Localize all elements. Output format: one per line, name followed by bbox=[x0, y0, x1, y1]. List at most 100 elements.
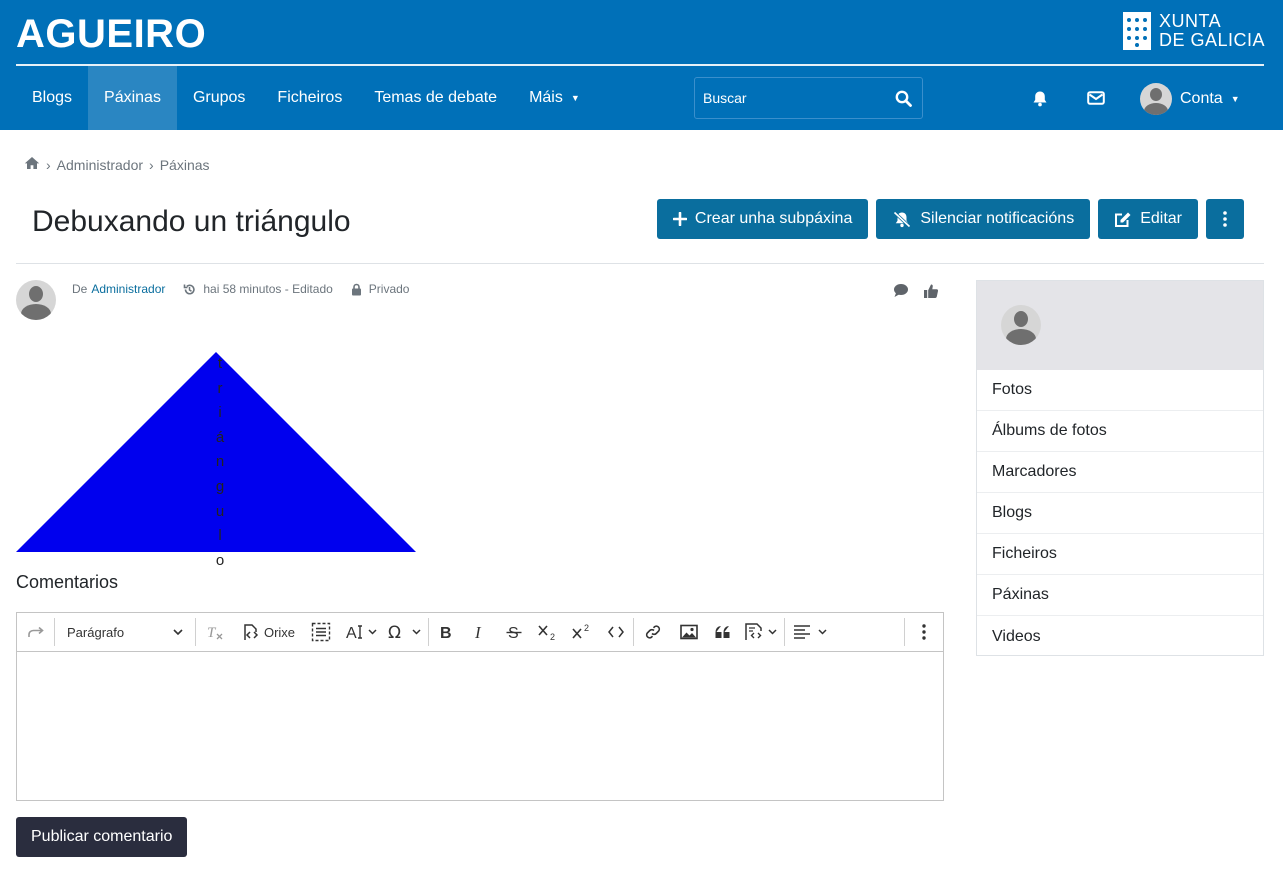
redo-button[interactable] bbox=[17, 613, 54, 652]
search-button[interactable] bbox=[884, 78, 922, 118]
align-left-icon bbox=[794, 625, 827, 639]
remove-format-button[interactable]: T bbox=[196, 613, 234, 652]
sidebar-menu: Fotos Álbums de fotos Marcadores Blogs F… bbox=[977, 370, 1263, 657]
font-size-button[interactable]: A bbox=[340, 613, 384, 652]
italic-button[interactable]: I bbox=[463, 613, 497, 652]
blockquote-button[interactable] bbox=[706, 613, 740, 652]
source-label: Orixe bbox=[263, 624, 296, 640]
more-toolbar-items-button[interactable] bbox=[905, 613, 943, 652]
site-header: AGUEIRO XUNTA DE GALICIA Blogs Páxinas G… bbox=[0, 0, 1283, 130]
sidebar-item-marcadores[interactable]: Marcadores bbox=[977, 452, 1263, 493]
author-link[interactable]: Administrador bbox=[91, 282, 165, 296]
sidebar-item-ficheiros[interactable]: Ficheiros bbox=[977, 534, 1263, 575]
paragraph-format-label: Parágrafo bbox=[67, 624, 125, 640]
redo-icon bbox=[27, 626, 44, 637]
sidebar-item-label: Fotos bbox=[992, 381, 1033, 398]
nav-label: Blogs bbox=[32, 89, 73, 106]
nav-item-grupos[interactable]: Grupos bbox=[177, 66, 261, 130]
owner-sidebar: Fotos Álbums de fotos Marcadores Blogs F… bbox=[976, 280, 1264, 656]
more-options-button[interactable] bbox=[1206, 199, 1244, 239]
nav-item-temas-de-debate[interactable]: Temas de debate bbox=[358, 66, 513, 130]
nav-label: Máis bbox=[529, 89, 563, 106]
triangle-letter: u bbox=[215, 502, 225, 520]
nav-label: Grupos bbox=[192, 89, 246, 106]
triangle-letter: á bbox=[215, 428, 225, 446]
superscript-button[interactable]: 2 bbox=[565, 613, 599, 652]
breadcrumb-item-paxinas[interactable]: Páxinas bbox=[160, 157, 210, 173]
history-icon bbox=[184, 284, 196, 295]
svg-text:A: A bbox=[346, 625, 357, 641]
nav-item-blogs[interactable]: Blogs bbox=[16, 66, 88, 130]
account-label: Conta bbox=[1180, 90, 1223, 107]
sidebar-item-videos[interactable]: Videos bbox=[977, 616, 1263, 657]
search-input[interactable] bbox=[695, 90, 884, 106]
author-avatar[interactable] bbox=[16, 280, 56, 320]
breadcrumb-item-administrador[interactable]: Administrador bbox=[57, 157, 143, 173]
bold-icon: B bbox=[440, 625, 452, 640]
sidebar-item-fotos[interactable]: Fotos bbox=[977, 370, 1263, 411]
nav-item-paxinas[interactable]: Páxinas bbox=[88, 66, 177, 130]
paragraph-format-select[interactable]: Parágrafo bbox=[55, 613, 195, 652]
comment-editor-area[interactable] bbox=[17, 652, 943, 800]
account-menu[interactable]: Conta ▼ bbox=[1140, 82, 1240, 116]
chevron-down-icon: ▼ bbox=[570, 93, 580, 103]
subscript-button[interactable]: 2 bbox=[531, 613, 565, 652]
sidebar-item-albums[interactable]: Álbums de fotos bbox=[977, 411, 1263, 452]
sidebar-item-label: Álbums de fotos bbox=[992, 422, 1107, 439]
meta-time: hai 58 minutos - Editado bbox=[183, 282, 333, 296]
sidebar-item-label: Páxinas bbox=[992, 586, 1049, 603]
alignment-button[interactable] bbox=[785, 613, 839, 652]
sidebar-avatar[interactable] bbox=[1001, 305, 1041, 345]
svg-text:Ω: Ω bbox=[388, 623, 401, 641]
bold-button[interactable]: B bbox=[429, 613, 463, 652]
code-icon bbox=[608, 626, 624, 638]
insert-code-block-button[interactable] bbox=[740, 613, 784, 652]
triangle-letter: t bbox=[217, 355, 223, 372]
edit-button[interactable]: Editar bbox=[1098, 199, 1198, 239]
site-title[interactable]: AGUEIRO bbox=[16, 12, 206, 57]
nav-item-ficheiros[interactable]: Ficheiros bbox=[261, 66, 358, 130]
breadcrumb-separator: › bbox=[149, 156, 154, 173]
editor-toolbar: Parágrafo T Orixe A Ω B I S 2 2 bbox=[17, 613, 943, 652]
quote-icon bbox=[715, 626, 730, 638]
source-button[interactable]: Orixe bbox=[234, 613, 302, 652]
show-blocks-button[interactable] bbox=[302, 613, 340, 652]
strikethrough-button[interactable]: S bbox=[497, 613, 531, 652]
like-button[interactable] bbox=[923, 283, 939, 299]
page-meta: De Administrador hai 58 minutos - Editad… bbox=[72, 282, 409, 296]
vertical-dots-icon bbox=[1223, 211, 1227, 227]
button-label: Crear unha subpáxina bbox=[694, 210, 853, 227]
publish-comment-button[interactable]: Publicar comentario bbox=[16, 817, 188, 857]
image-button[interactable] bbox=[672, 613, 706, 652]
show-blocks-icon bbox=[311, 622, 331, 642]
image-icon bbox=[680, 624, 698, 640]
create-subpage-button[interactable]: Crear unha subpáxina bbox=[656, 199, 869, 239]
sidebar-item-blogs[interactable]: Blogs bbox=[977, 493, 1263, 534]
button-label: Editar bbox=[1140, 210, 1182, 227]
omega-icon: Ω bbox=[388, 623, 421, 641]
strikethrough-icon: S bbox=[506, 625, 522, 640]
home-icon[interactable] bbox=[24, 156, 40, 173]
svg-text:B: B bbox=[440, 625, 452, 640]
superscript-icon: 2 bbox=[572, 623, 589, 639]
chevron-down-icon bbox=[173, 629, 183, 635]
special-characters-button[interactable]: Ω bbox=[384, 613, 428, 652]
triangle-letter: n bbox=[215, 453, 225, 471]
meta-by: De bbox=[72, 282, 88, 296]
bell-slash-icon bbox=[893, 210, 911, 228]
link-button[interactable] bbox=[634, 613, 672, 652]
meta-visibility: Privado bbox=[351, 282, 409, 296]
envelope-icon bbox=[1087, 91, 1105, 105]
comments-heading: Comentarios bbox=[16, 572, 119, 592]
nav-label: Temas de debate bbox=[374, 89, 498, 106]
messages-button[interactable] bbox=[1085, 87, 1107, 109]
xunta-logo[interactable]: XUNTA DE GALICIA bbox=[1123, 12, 1265, 50]
notifications-button[interactable] bbox=[1029, 87, 1051, 109]
sidebar-item-paxinas[interactable]: Páxinas bbox=[977, 575, 1263, 616]
comment-button[interactable] bbox=[893, 283, 909, 299]
nav-item-mais[interactable]: Máis ▼ bbox=[513, 66, 596, 130]
mute-notifications-button[interactable]: Silenciar notificacións bbox=[876, 199, 1091, 239]
sidebar-item-label: Videos bbox=[992, 627, 1041, 645]
code-button[interactable] bbox=[599, 613, 633, 652]
svg-text:I: I bbox=[474, 624, 482, 640]
